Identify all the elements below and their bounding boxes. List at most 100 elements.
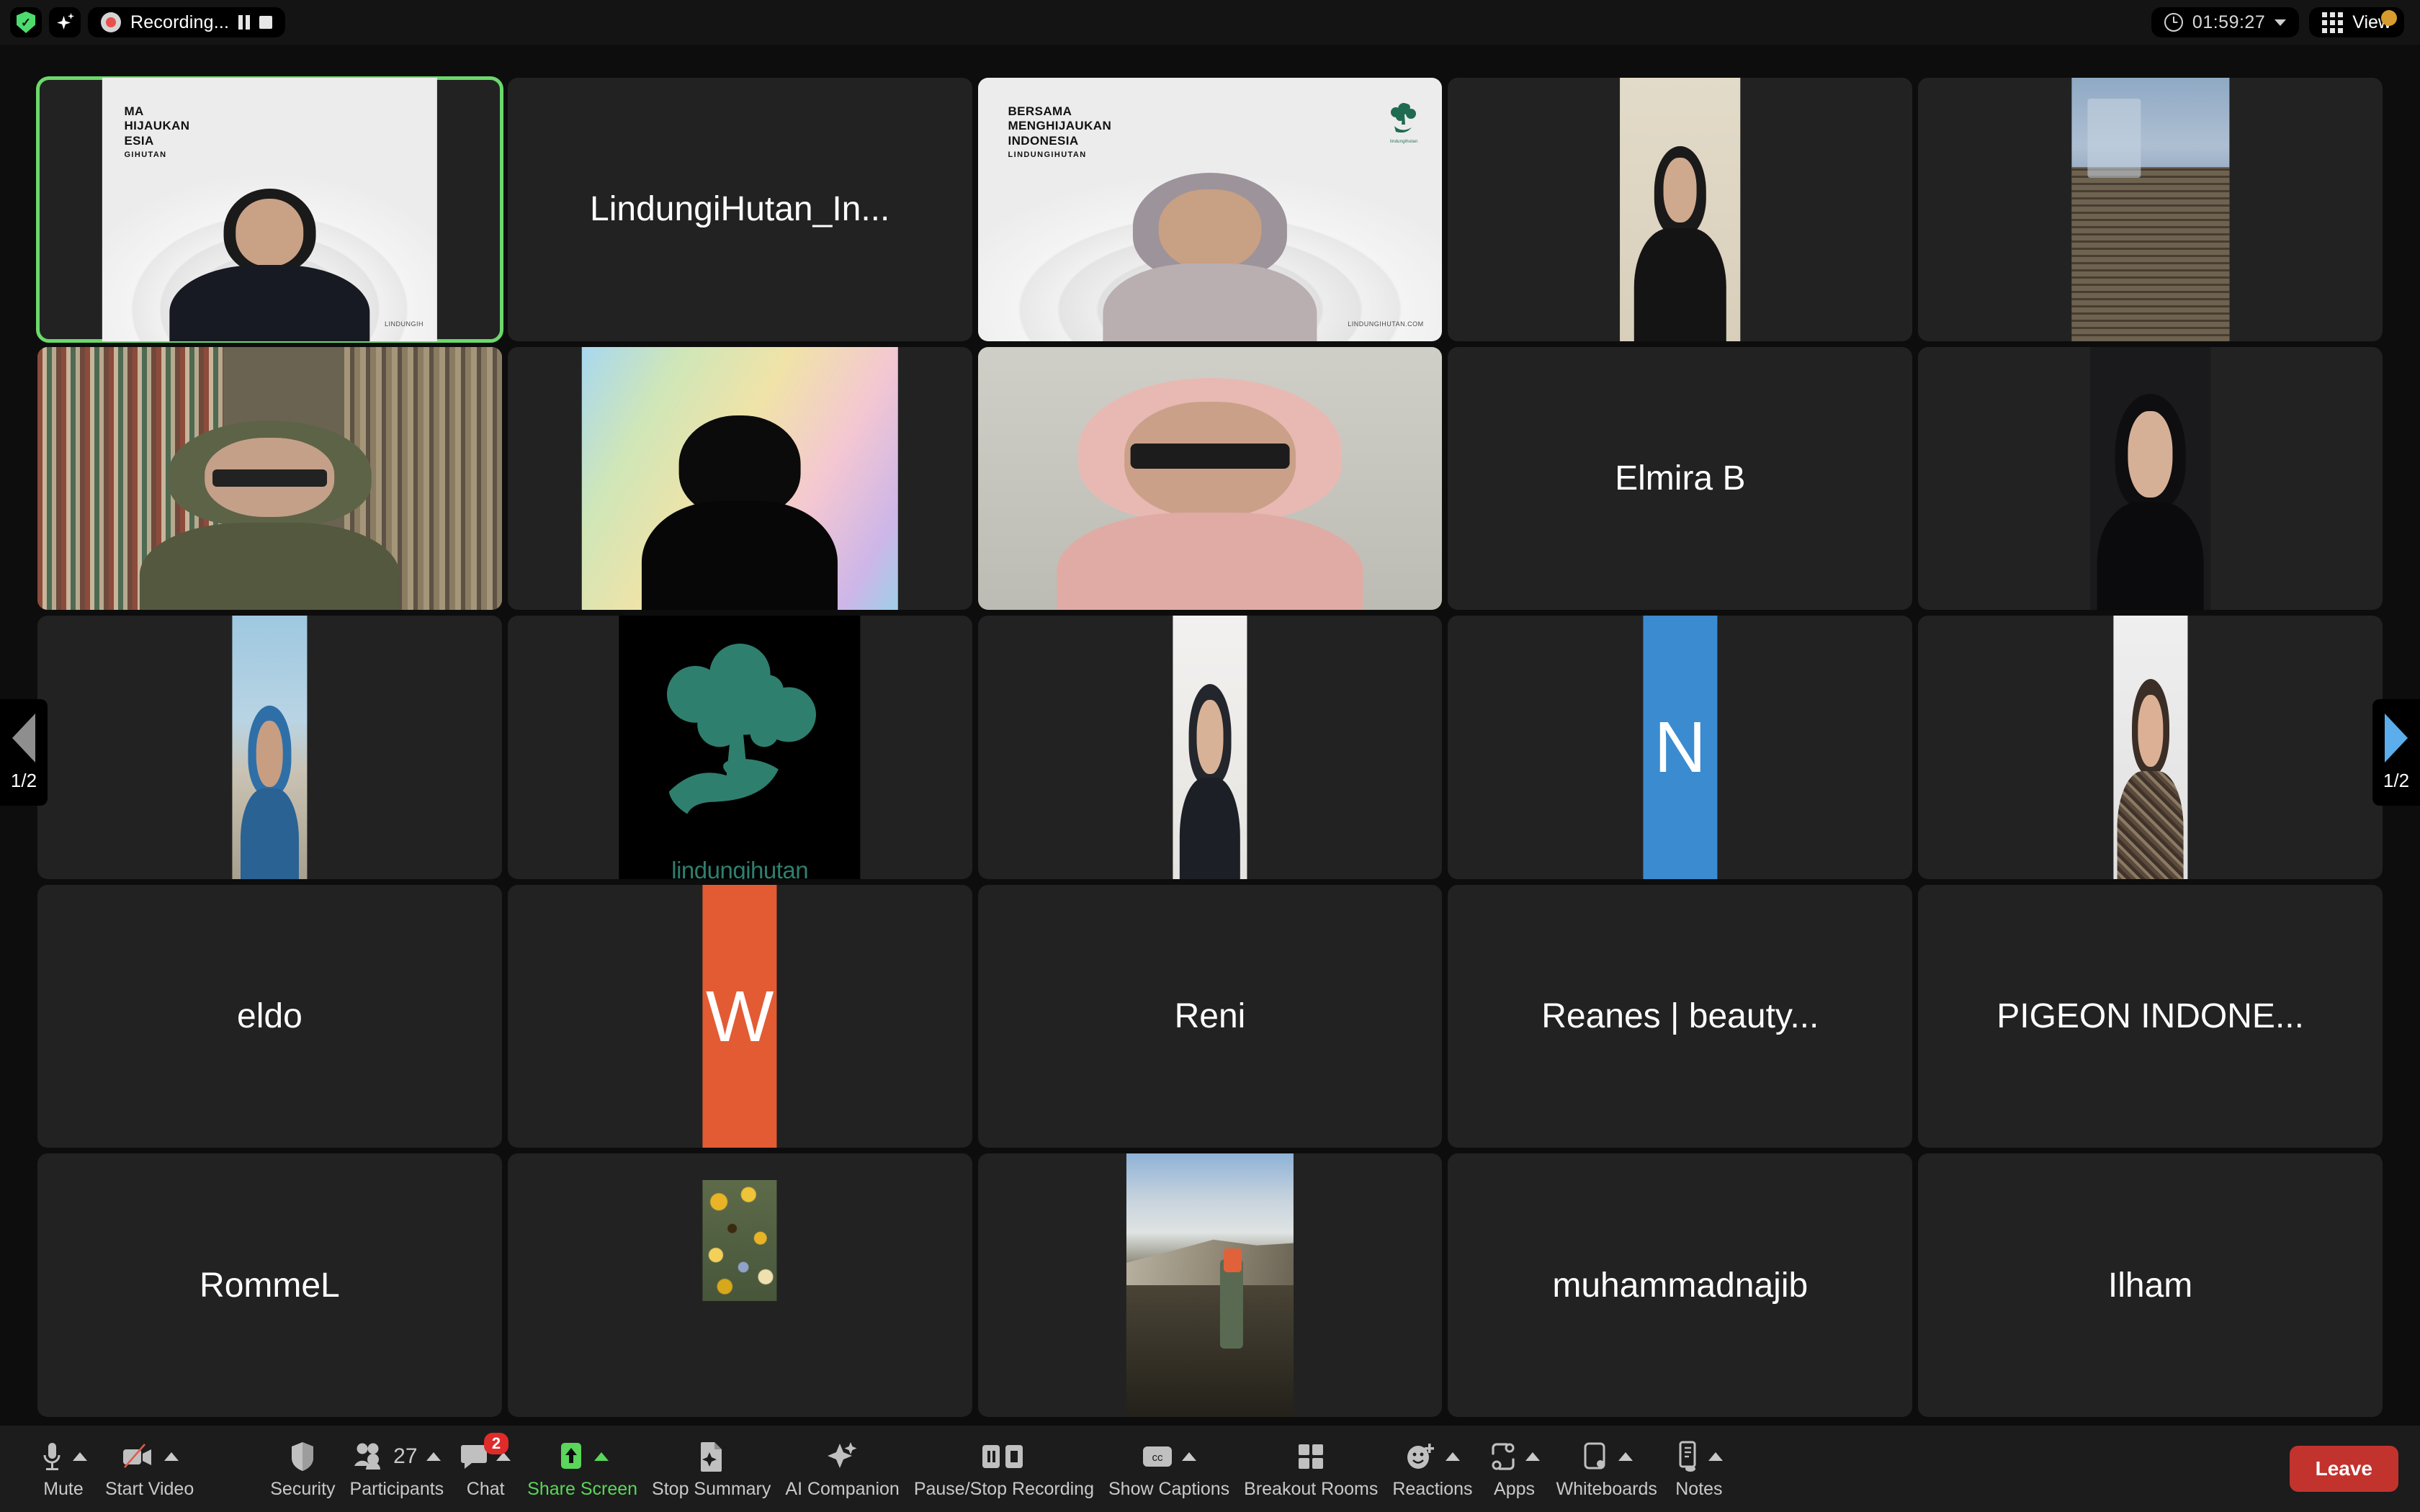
record-dot-icon <box>101 12 121 32</box>
recording-indicator[interactable]: Recording... <box>88 7 286 37</box>
stop-summary-button[interactable]: Stop Summary <box>645 1436 778 1500</box>
meeting-timer[interactable]: 01:59:27 <box>2151 7 2300 37</box>
breakout-rooms-icon <box>1299 1444 1324 1469</box>
next-page-button[interactable]: 1/2 <box>2372 699 2420 806</box>
participants-count: 27 <box>393 1444 418 1468</box>
participant-name: eldo <box>237 997 302 1036</box>
chevron-down-icon[interactable] <box>2275 19 2287 26</box>
apps-button[interactable]: Apps <box>1480 1436 1549 1500</box>
participant-tile[interactable]: eldo <box>37 884 502 1148</box>
pause-icon[interactable] <box>238 15 251 30</box>
chat-label: Chat <box>466 1479 505 1499</box>
pause-stop-recording-label: Pause/Stop Recording <box>913 1479 1094 1499</box>
captions-options-caret[interactable] <box>1182 1452 1197 1461</box>
mute-label: Mute <box>43 1479 84 1499</box>
timer-value: 01:59:27 <box>2192 12 2266 32</box>
participant-tile[interactable] <box>1918 78 2383 341</box>
participant-tile[interactable]: LindungiHutan_In... <box>507 78 972 341</box>
participant-tile[interactable] <box>1918 616 2383 879</box>
participants-options-caret[interactable] <box>426 1452 441 1461</box>
leave-button[interactable]: Leave <box>2289 1446 2398 1492</box>
participant-tile[interactable] <box>507 1153 972 1417</box>
ai-companion-button[interactable]: AI Companion <box>778 1436 906 1500</box>
participant-tile[interactable]: Elmira B <box>1448 346 1913 611</box>
virtual-bg-text: BERSAMA MENGHIJAUKAN INDONESIA LINDUNGIH… <box>1008 104 1112 159</box>
participant-name: Reni <box>1174 997 1246 1036</box>
summary-doc-icon <box>700 1442 722 1472</box>
notes-button[interactable]: Notes <box>1664 1436 1734 1500</box>
whiteboards-button[interactable]: Whiteboards <box>1549 1436 1664 1500</box>
virtual-bg-footer: LINDUNGIHUTAN.COM <box>1348 320 1424 328</box>
sparkle-icon[interactable] <box>49 7 81 37</box>
video-off-icon <box>122 1444 151 1468</box>
participant-tile[interactable]: W <box>507 884 972 1148</box>
participant-tile[interactable]: MA HIJAUKAN ESIA GIHUTAN LINDUNGIH <box>36 76 503 343</box>
avatar-letter: N <box>1654 706 1706 788</box>
reactions-button[interactable]: Reactions <box>1385 1436 1479 1500</box>
whiteboards-label: Whiteboards <box>1556 1479 1657 1499</box>
start-video-button[interactable]: Start Video <box>98 1436 201 1500</box>
participant-tile[interactable] <box>977 616 1443 879</box>
whiteboards-options-caret[interactable] <box>1618 1452 1633 1461</box>
stop-icon[interactable] <box>259 16 273 29</box>
participant-tile[interactable] <box>1448 78 1913 341</box>
participant-tile[interactable]: Reanes | beauty... <box>1448 884 1913 1148</box>
security-button[interactable]: Security <box>263 1436 342 1500</box>
page-indicator-right: 1/2 <box>2383 769 2410 791</box>
show-captions-button[interactable]: cc Show Captions <box>1101 1436 1237 1500</box>
participant-tile[interactable]: muhammadnajib <box>1448 1153 1913 1417</box>
reactions-options-caret[interactable] <box>1445 1452 1460 1461</box>
recording-label: Recording... <box>130 12 230 32</box>
chat-unread-badge: 2 <box>483 1433 509 1454</box>
apps-options-caret[interactable] <box>1525 1452 1540 1461</box>
participant-tile[interactable]: RommeL <box>37 1153 502 1417</box>
encryption-shield-icon[interactable]: ✓ <box>10 7 42 37</box>
chat-button[interactable]: 2 Chat <box>451 1433 520 1500</box>
participant-tile[interactable] <box>37 346 502 611</box>
virtual-bg-text: MA HIJAUKAN ESIA GIHUTAN <box>124 104 190 159</box>
lindungihutan-logo-icon <box>666 644 816 814</box>
participant-tile[interactable]: PIGEON INDONE... <box>1918 884 2383 1148</box>
ai-companion-label: AI Companion <box>785 1479 900 1499</box>
notes-label: Notes <box>1675 1479 1723 1499</box>
participant-tile[interactable] <box>977 1153 1443 1417</box>
previous-page-button[interactable]: 1/2 <box>0 699 48 806</box>
participant-tile[interactable] <box>977 346 1443 611</box>
reactions-label: Reactions <box>1392 1479 1473 1499</box>
participant-tile[interactable] <box>37 616 502 879</box>
participant-tile[interactable]: BERSAMA MENGHIJAUKAN INDONESIA LINDUNGIH… <box>977 78 1443 341</box>
avatar-letter: W <box>705 976 774 1057</box>
closed-caption-icon: cc <box>1143 1446 1173 1467</box>
share-screen-icon <box>560 1443 581 1469</box>
apps-label: Apps <box>1494 1479 1536 1499</box>
participant-name: Ilham <box>2107 1266 2193 1305</box>
participant-tile[interactable]: Reni <box>977 884 1443 1148</box>
participant-name: Elmira B <box>1615 459 1746 498</box>
participant-tile[interactable]: N <box>1448 616 1913 879</box>
participant-name: LindungiHutan_In... <box>590 190 890 229</box>
virtual-bg-footer: LINDUNGIH <box>384 320 424 328</box>
pause-stop-icon <box>982 1445 1023 1468</box>
apps-icon <box>1491 1443 1515 1470</box>
notes-options-caret[interactable] <box>1708 1452 1723 1461</box>
participant-tile[interactable] <box>507 346 972 611</box>
participant-name: Reanes | beauty... <box>1541 997 1819 1036</box>
breakout-rooms-button[interactable]: Breakout Rooms <box>1237 1436 1385 1500</box>
start-video-label: Start Video <box>105 1479 194 1499</box>
participant-tile[interactable]: lindungihutan <box>507 616 972 879</box>
video-options-caret[interactable] <box>163 1452 179 1461</box>
participant-name: muhammadnajib <box>1552 1266 1809 1305</box>
mute-button[interactable]: Mute <box>29 1436 98 1500</box>
participant-tile[interactable]: Ilham <box>1918 1153 2383 1417</box>
share-screen-button[interactable]: Share Screen <box>520 1436 645 1500</box>
triangle-left-icon <box>12 713 35 762</box>
pause-stop-recording-button[interactable]: Pause/Stop Recording <box>907 1436 1101 1500</box>
participant-tile[interactable] <box>1918 346 2383 611</box>
mute-options-caret[interactable] <box>73 1452 87 1461</box>
grid-view-icon <box>2322 12 2344 33</box>
share-options-caret[interactable] <box>593 1452 609 1461</box>
view-button[interactable]: View <box>2309 7 2404 37</box>
participants-button[interactable]: 27 Participants <box>343 1436 452 1500</box>
participant-grid: MA HIJAUKAN ESIA GIHUTAN LINDUNGIH Lindu… <box>0 45 2420 1426</box>
participants-label: Participants <box>349 1479 444 1499</box>
